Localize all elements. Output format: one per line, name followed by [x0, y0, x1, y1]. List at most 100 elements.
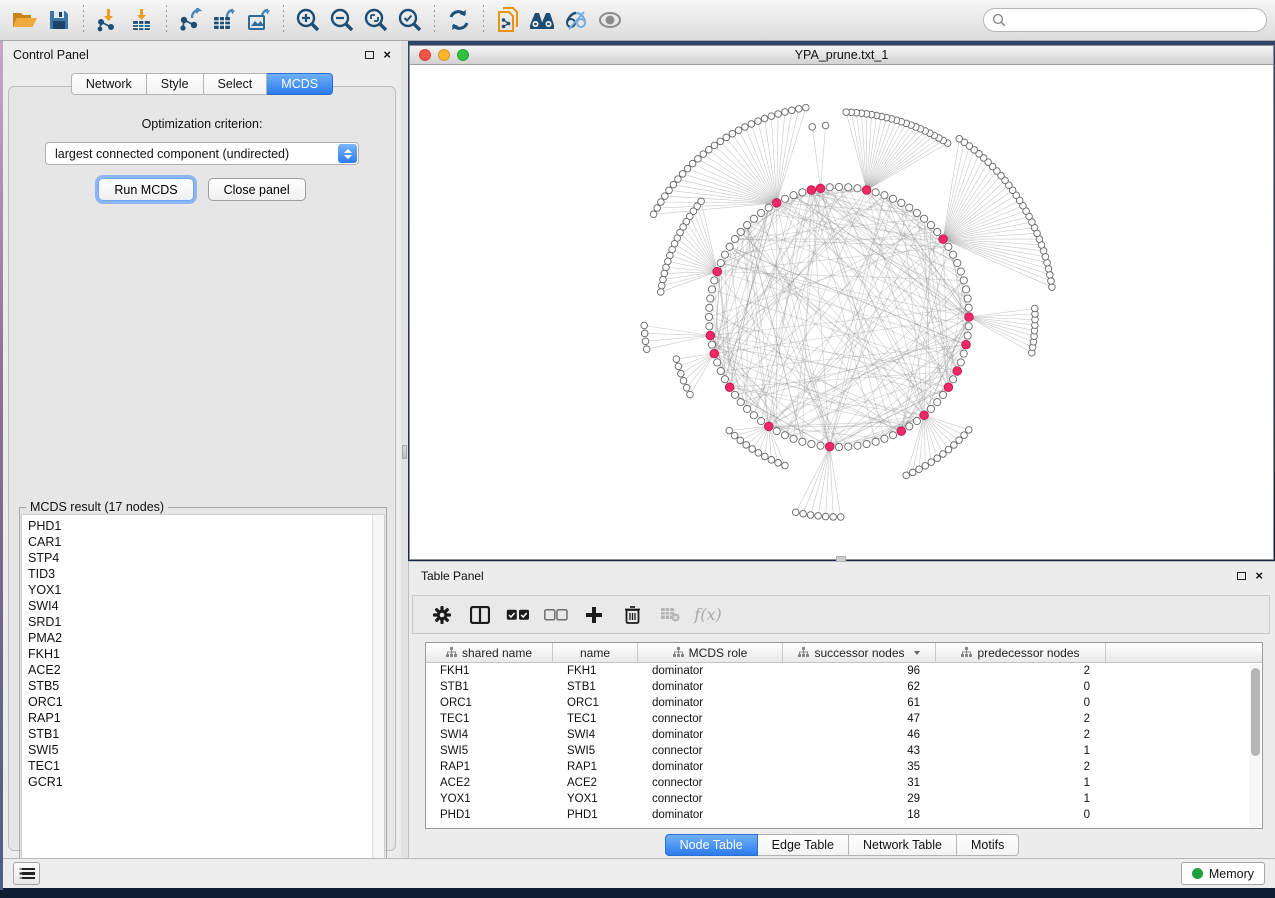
zoom-selected-icon[interactable] — [393, 4, 427, 36]
add-column-icon[interactable] — [575, 598, 613, 632]
tab-mcds[interactable]: MCDS — [267, 73, 333, 95]
table-row[interactable]: ORC1ORC1dominator610 — [426, 695, 1262, 711]
network-window-title: YPA_prune.txt_1 — [410, 48, 1273, 62]
search-network-icon[interactable] — [525, 4, 559, 36]
tab-edge-table[interactable]: Edge Table — [758, 834, 849, 856]
mcds-result-item[interactable]: SWI5 — [28, 742, 384, 758]
show-columns-icon[interactable] — [461, 598, 499, 632]
column-label: predecessor nodes — [977, 646, 1079, 660]
mcds-result-item[interactable]: FKH1 — [28, 646, 384, 662]
hide-glasses-icon[interactable] — [559, 4, 593, 36]
optimization-criterion-select[interactable]: largest connected component (undirected) — [45, 142, 359, 165]
table-row[interactable]: SWI4SWI4dominator462 — [426, 727, 1262, 743]
share-network-icon[interactable] — [491, 4, 525, 36]
tab-style[interactable]: Style — [147, 73, 204, 95]
table-row[interactable]: SWI5SWI5connector431 — [426, 743, 1262, 759]
mcds-result-item[interactable]: SRD1 — [28, 614, 384, 630]
column-header-MCDS-role[interactable]: MCDS role — [638, 643, 783, 662]
mcds-result-title: MCDS result (17 nodes) — [26, 500, 168, 514]
task-history-button[interactable] — [13, 862, 40, 885]
column-header-successor-nodes[interactable]: successor nodes — [783, 643, 936, 662]
select-stepper-icon — [338, 144, 357, 163]
network-view[interactable] — [410, 65, 1273, 558]
cell-name: RAP1 — [553, 761, 638, 773]
mcds-result-item[interactable]: STP4 — [28, 550, 384, 566]
mcds-result-item[interactable]: STB5 — [28, 678, 384, 694]
table-scrollbar-thumb[interactable] — [1251, 668, 1260, 756]
mcds-result-item[interactable]: CAR1 — [28, 534, 384, 550]
tab-node-table[interactable]: Node Table — [665, 834, 758, 856]
horizontal-splitter-grip[interactable] — [836, 556, 846, 562]
float-panel-icon[interactable] — [365, 51, 374, 59]
select-all-rows-icon[interactable] — [499, 598, 537, 632]
export-table-icon[interactable] — [208, 4, 242, 36]
network-window-titlebar[interactable]: YPA_prune.txt_1 — [410, 46, 1273, 65]
mcds-result-item[interactable]: STB1 — [28, 726, 384, 742]
column-header-predecessor-nodes[interactable]: predecessor nodes — [936, 643, 1106, 662]
close-panel-button[interactable]: Close panel — [208, 178, 306, 201]
table-row[interactable]: PHD1PHD1dominator180 — [426, 807, 1262, 823]
node-table[interactable]: shared namenameMCDS rolesuccessor nodes p… — [425, 642, 1263, 829]
cell-shared-name: YOX1 — [426, 793, 553, 805]
cell-shared-name: SWI4 — [426, 729, 553, 741]
column-header-name[interactable]: name — [553, 643, 638, 662]
close-table-panel-icon[interactable]: × — [1255, 571, 1263, 581]
table-row[interactable]: RAP1RAP1dominator352 — [426, 759, 1262, 775]
mcds-result-item[interactable]: ORC1 — [28, 694, 384, 710]
zoom-fit-icon[interactable] — [359, 4, 393, 36]
import-table-icon[interactable] — [125, 4, 159, 36]
close-panel-icon[interactable]: × — [383, 50, 391, 60]
table-settings-gear-icon[interactable] — [423, 598, 461, 632]
table-row[interactable]: STB1STB1dominator620 — [426, 679, 1262, 695]
export-image-icon[interactable] — [242, 4, 276, 36]
memory-button[interactable]: Memory — [1181, 862, 1265, 885]
search-input[interactable] — [1006, 13, 1258, 27]
mcds-result-item[interactable]: RAP1 — [28, 710, 384, 726]
apply-layout-icon[interactable] — [442, 4, 476, 36]
import-network-icon[interactable] — [91, 4, 125, 36]
search-box[interactable] — [983, 8, 1267, 32]
cell-MCDS-role: dominator — [638, 681, 783, 693]
cell-MCDS-role: dominator — [638, 665, 783, 677]
toolbar-separator — [166, 5, 167, 35]
export-network-icon[interactable] — [174, 4, 208, 36]
table-row[interactable]: YOX1YOX1connector291 — [426, 791, 1262, 807]
tab-network[interactable]: Network — [71, 73, 147, 95]
cell-successor-nodes: 96 — [783, 665, 936, 677]
chevron-down-icon[interactable] — [914, 651, 920, 655]
cell-name: SWI5 — [553, 745, 638, 757]
cell-predecessor-nodes: 2 — [936, 665, 1106, 677]
mcds-result-item[interactable]: SWI4 — [28, 598, 384, 614]
table-scrollbar[interactable] — [1249, 664, 1261, 827]
toolbar-separator — [434, 5, 435, 35]
column-header-shared-name[interactable]: shared name — [426, 643, 553, 662]
mcds-result-item[interactable]: GCR1 — [28, 774, 384, 790]
mcds-result-list[interactable]: PHD1CAR1STP4TID3YOX1SWI4SRD1PMA2FKH1ACE2… — [21, 514, 385, 877]
save-icon[interactable] — [42, 4, 76, 36]
float-table-panel-icon[interactable] — [1237, 572, 1246, 580]
tab-select[interactable]: Select — [204, 73, 268, 95]
vertical-splitter[interactable] — [401, 41, 408, 858]
table-row[interactable]: FKH1FKH1dominator962 — [426, 663, 1262, 679]
run-mcds-button[interactable]: Run MCDS — [98, 178, 193, 201]
mcds-result-scrollbar[interactable] — [372, 515, 384, 876]
mcds-result-item[interactable]: ACE2 — [28, 662, 384, 678]
mcds-result-item[interactable]: PHD1 — [28, 518, 384, 534]
mcds-result-item[interactable]: TEC1 — [28, 758, 384, 774]
zoom-in-icon[interactable] — [291, 4, 325, 36]
table-row[interactable]: ACE2ACE2connector311 — [426, 775, 1262, 791]
tab-motifs[interactable]: Motifs — [957, 834, 1019, 856]
network-window: YPA_prune.txt_1 — [409, 45, 1274, 560]
open-file-icon[interactable] — [8, 4, 42, 36]
tab-network-table[interactable]: Network Table — [849, 834, 957, 856]
splitter-grip[interactable] — [402, 445, 407, 459]
deselect-all-rows-icon[interactable] — [537, 598, 575, 632]
mcds-result-item[interactable]: YOX1 — [28, 582, 384, 598]
table-row[interactable]: TEC1TEC1connector472 — [426, 711, 1262, 727]
list-icon — [19, 868, 35, 879]
delete-column-icon[interactable] — [613, 598, 651, 632]
show-eye-icon[interactable] — [593, 4, 627, 36]
zoom-out-icon[interactable] — [325, 4, 359, 36]
mcds-result-item[interactable]: TID3 — [28, 566, 384, 582]
mcds-result-item[interactable]: PMA2 — [28, 630, 384, 646]
